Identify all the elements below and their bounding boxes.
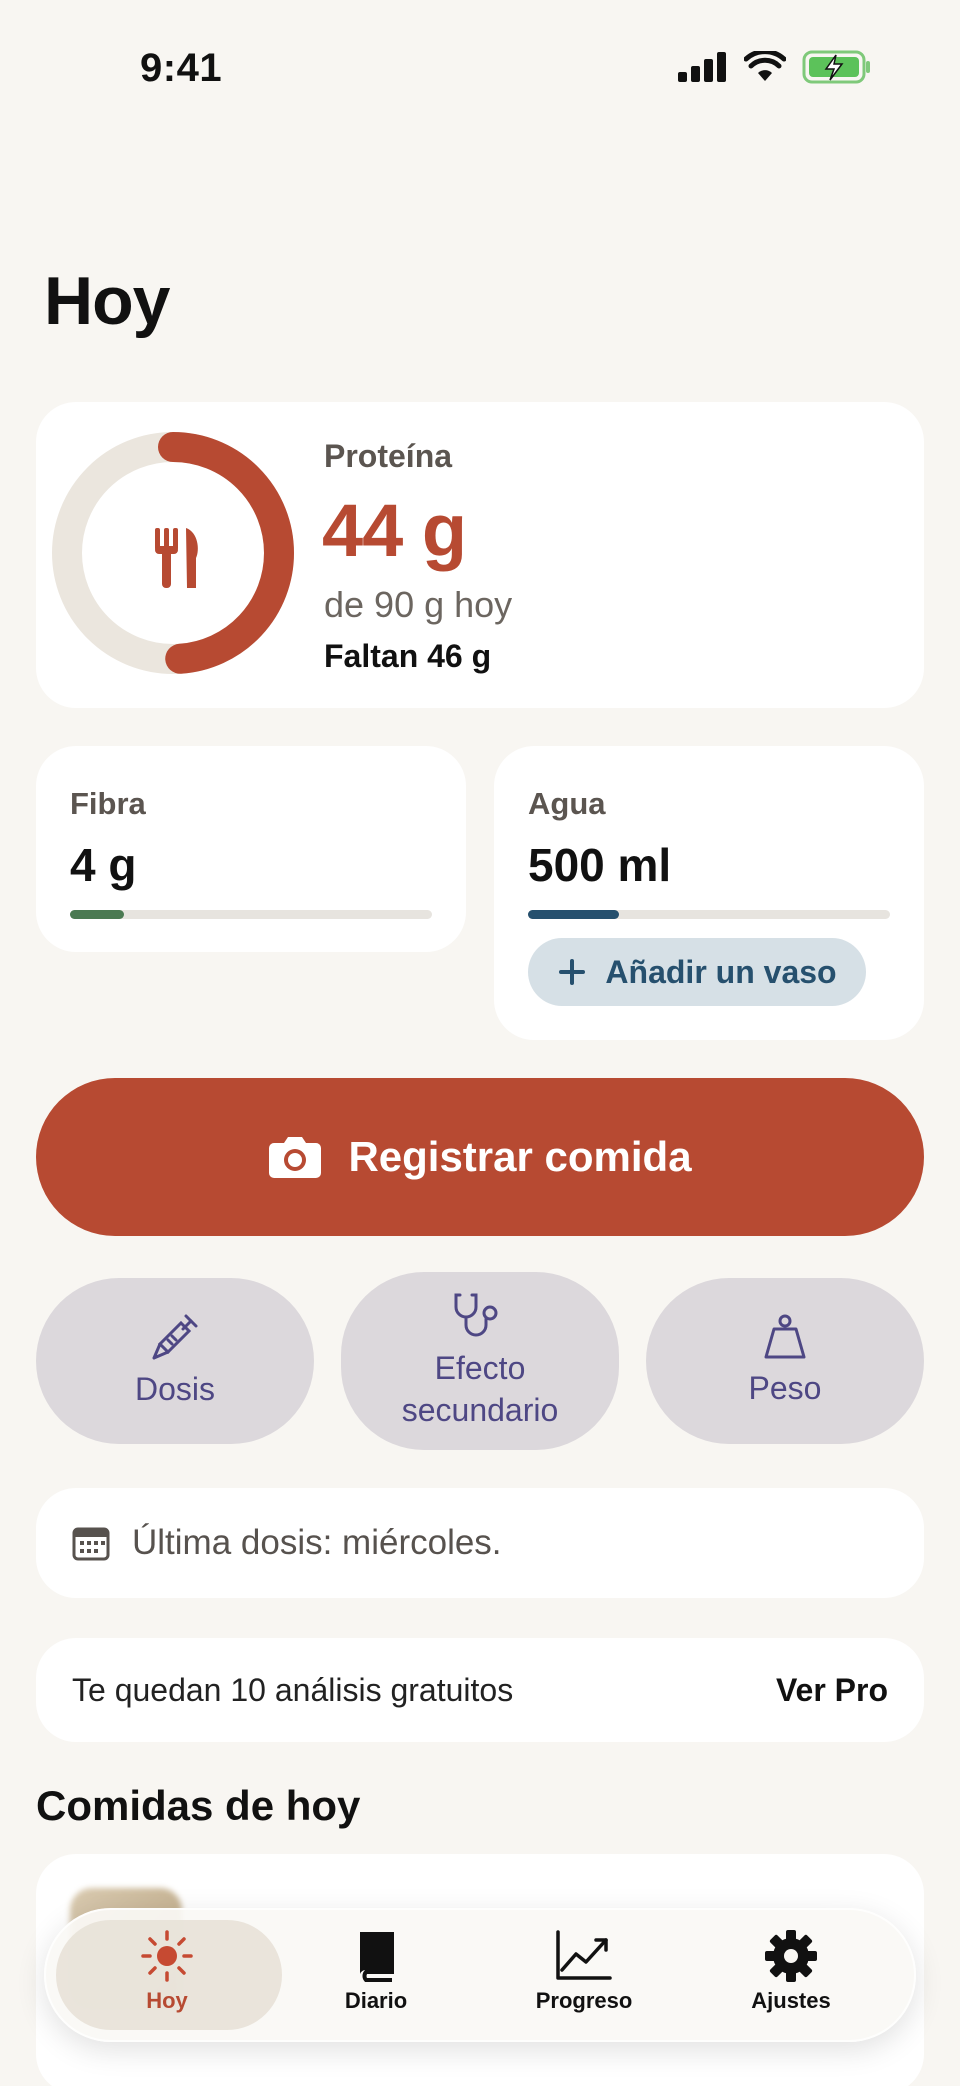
fiber-card: Fibra 4 g [36, 746, 466, 952]
protein-label: Proteína [324, 438, 453, 474]
status-icons [678, 50, 872, 84]
stethoscope-icon [454, 1293, 498, 1337]
gear-icon [765, 1930, 817, 1982]
free-analyses-text: Te quedan 10 análisis gratuitos [72, 1671, 514, 1708]
protein-progress-ring [52, 432, 294, 674]
dose-button[interactable]: Dosis [36, 1278, 314, 1444]
log-meal-button[interactable]: Registrar comida [36, 1078, 924, 1236]
battery-charging-icon [802, 50, 870, 84]
cellular-signal-icon [678, 52, 726, 82]
weight-button[interactable]: Peso [646, 1278, 924, 1444]
scale-weight-icon [764, 1314, 806, 1359]
add-glass-button[interactable]: Añadir un vaso [528, 938, 866, 1006]
book-icon [360, 1932, 394, 1982]
camera-icon [269, 1137, 322, 1178]
tab-progreso[interactable]: Progreso [484, 1928, 684, 2014]
tab-hoy[interactable]: Hoy [67, 1928, 267, 2014]
meals-section-title: Comidas de hoy [36, 1782, 361, 1829]
see-pro-link[interactable]: Ver Pro [776, 1672, 888, 1709]
free-analyses-card: Te quedan 10 análisis gratuitos Ver Pro [36, 1638, 924, 1742]
tab-ajustes-label: Ajustes [751, 1988, 831, 2013]
tab-hoy-label: Hoy [146, 1988, 188, 2013]
last-dose-text: Última dosis: miércoles. [132, 1523, 502, 1562]
side-effect-label-line1: Efecto [434, 1350, 526, 1386]
water-progress-fill [528, 910, 619, 919]
tab-progreso-label: Progreso [535, 1988, 633, 2013]
water-value: 500 ml [528, 839, 672, 891]
tab-diario[interactable]: Diario [276, 1928, 476, 2014]
syringe-icon [152, 1314, 198, 1360]
sun-icon [141, 1930, 193, 1982]
side-effect-button[interactable]: Efecto secundario [341, 1272, 619, 1450]
dose-label: Dosis [134, 1371, 215, 1407]
tab-ajustes[interactable]: Ajustes [691, 1928, 891, 2014]
fiber-progress-fill [70, 910, 125, 919]
side-effect-label-line2: secundario [401, 1392, 559, 1428]
calendar-icon [72, 1527, 110, 1561]
protein-remaining-text: Faltan 46 g [324, 638, 492, 674]
tab-diario-label: Diario [344, 1988, 408, 2013]
fiber-label: Fibra [70, 786, 146, 821]
chart-line-icon [556, 1930, 612, 1980]
water-progress-bar [528, 910, 890, 919]
weight-label: Peso [748, 1370, 822, 1406]
last-dose-card[interactable]: Última dosis: miércoles. [36, 1488, 924, 1598]
page-title: Hoy [44, 263, 170, 339]
water-label: Agua [528, 786, 606, 821]
add-glass-label: Añadir un vaso [605, 953, 837, 990]
fiber-progress-bar [70, 910, 432, 919]
protein-goal-text: de 90 g hoy [324, 584, 513, 625]
log-meal-label: Registrar comida [348, 1133, 692, 1180]
fiber-value: 4 g [70, 839, 137, 891]
plus-icon [559, 959, 586, 985]
protein-value: 44 g [322, 489, 467, 572]
status-time: 9:41 [140, 46, 223, 90]
fork-knife-icon [155, 528, 198, 588]
wifi-icon [744, 51, 786, 81]
